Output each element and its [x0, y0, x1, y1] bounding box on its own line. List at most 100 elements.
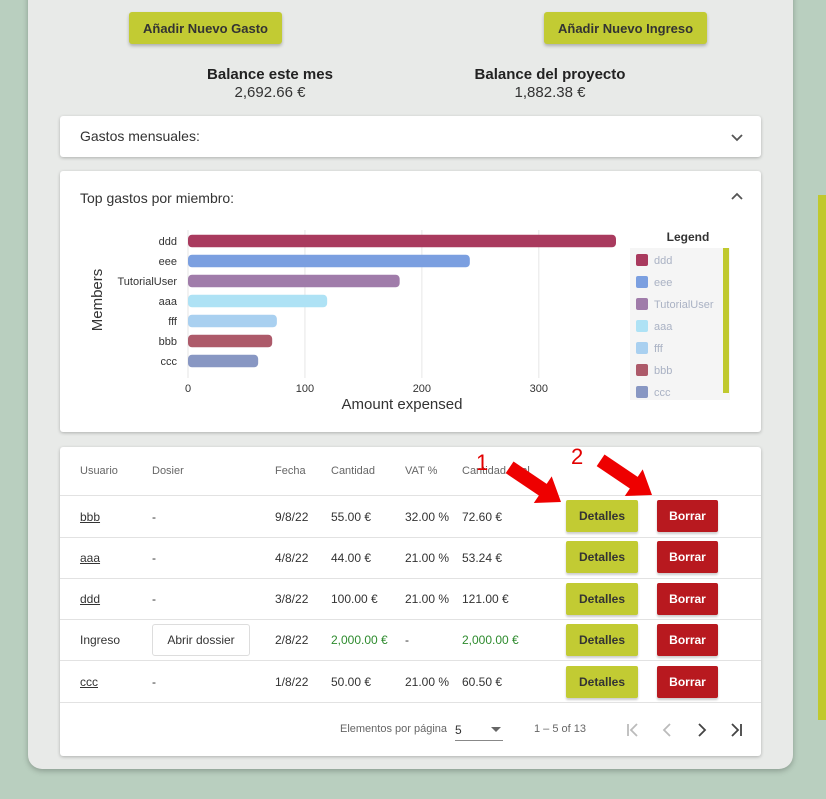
page-size-select[interactable]: 5 — [455, 720, 503, 741]
row-date: 4/8/22 — [275, 551, 309, 565]
legend-swatch — [636, 386, 648, 398]
legend-item[interactable]: ccc — [636, 386, 671, 400]
user-link[interactable]: bbb — [80, 510, 100, 524]
row-vat: 21.00 % — [405, 592, 450, 606]
category-label: ddd — [159, 236, 177, 248]
row-vat: - — [405, 633, 409, 647]
legend-swatch — [636, 298, 648, 310]
legend-title: Legend — [667, 230, 710, 244]
y-axis-label: Members — [89, 269, 106, 332]
previous-page-icon[interactable] — [657, 720, 677, 740]
header-cantidad: Cantidad — [331, 465, 376, 477]
row-dossier: - — [152, 510, 156, 524]
row-date: 2/8/22 — [275, 633, 309, 647]
legend-swatch — [636, 276, 648, 288]
legend-label: aaa — [654, 321, 673, 333]
row-divider — [60, 619, 761, 620]
row-amount: 50.00 € — [331, 675, 372, 689]
details-button[interactable]: Detalles — [566, 583, 638, 615]
annotation-number-1: 1 — [476, 450, 489, 475]
bar-bbb[interactable] — [188, 334, 273, 348]
last-page-icon[interactable] — [726, 720, 746, 740]
table-row-user[interactable]: ccc — [80, 675, 98, 689]
row-type: Ingreso — [80, 633, 121, 647]
row-divider — [60, 537, 761, 538]
details-button[interactable]: Detalles — [566, 541, 638, 573]
legend-swatch — [636, 320, 648, 332]
row-date: 9/8/22 — [275, 510, 309, 524]
row-vat: 21.00 % — [405, 551, 450, 565]
row-divider — [60, 578, 761, 579]
legend-swatch — [636, 342, 648, 354]
next-page-icon[interactable] — [692, 720, 712, 740]
row-vat: 32.00 % — [405, 510, 450, 524]
legend-item[interactable]: eee — [636, 276, 672, 290]
header-usuario: Usuario — [80, 465, 118, 477]
row-total: 72.60 € — [462, 510, 503, 524]
row-divider — [60, 702, 761, 703]
delete-button[interactable]: Borrar — [657, 624, 718, 656]
row-dossier: - — [152, 592, 156, 606]
delete-button[interactable]: Borrar — [657, 583, 718, 615]
row-amount: 2,000.00 € — [331, 633, 388, 647]
header-fecha: Fecha — [275, 465, 306, 477]
bar-aaa[interactable] — [188, 294, 328, 308]
row-date: 1/8/22 — [275, 675, 309, 689]
row-divider — [60, 495, 761, 496]
bar-ddd[interactable] — [188, 234, 616, 248]
legend-label: ccc — [654, 387, 671, 399]
page-range: 1 – 5 of 13 — [534, 723, 586, 735]
x-tick-label: 100 — [296, 383, 314, 395]
table-row-user[interactable]: aaa — [80, 551, 100, 565]
legend-item[interactable]: fff — [636, 342, 663, 356]
category-label: eee — [159, 256, 177, 268]
row-amount: 55.00 € — [331, 510, 372, 524]
page-size-label: Elementos por página — [340, 723, 448, 735]
category-label: TutorialUser — [118, 276, 178, 288]
user-link[interactable]: ccc — [80, 675, 98, 689]
row-total: 2,000.00 € — [462, 633, 519, 647]
category-label: fff — [168, 316, 178, 328]
row-total: 60.50 € — [462, 675, 503, 689]
delete-button[interactable]: Borrar — [657, 541, 718, 573]
bar-ccc[interactable] — [188, 354, 259, 368]
details-button[interactable]: Detalles — [566, 500, 638, 532]
x-tick-label: 200 — [413, 383, 431, 395]
row-date: 3/8/22 — [275, 592, 309, 606]
row-divider — [60, 660, 761, 661]
legend-item[interactable]: bbb — [636, 364, 672, 378]
first-page-icon[interactable] — [623, 720, 643, 740]
dropdown-arrow-icon — [491, 727, 501, 732]
header-dosier: Dosier — [152, 465, 184, 477]
bar-fff[interactable] — [188, 314, 277, 328]
legend-label: eee — [654, 277, 673, 289]
table-row-user[interactable]: ddd — [80, 592, 100, 606]
legend-swatch — [636, 254, 648, 266]
legend-item[interactable]: ddd — [636, 254, 672, 268]
user-link[interactable]: aaa — [80, 551, 100, 565]
user-link[interactable]: ddd — [80, 592, 100, 606]
bar-tutorialuser[interactable] — [188, 274, 400, 288]
details-button[interactable]: Detalles — [566, 624, 638, 656]
legend-item[interactable]: TutorialUser — [636, 298, 714, 312]
legend: ddd eee TutorialUser aaa fff bbb ccc — [630, 248, 730, 400]
legend-label: fff — [654, 343, 663, 355]
table-row-user[interactable]: bbb — [80, 510, 100, 524]
row-amount: 44.00 € — [331, 551, 372, 565]
row-dossier: - — [152, 551, 156, 565]
row-dossier: - — [152, 675, 156, 689]
row-vat: 21.00 % — [405, 675, 450, 689]
legend-swatch — [636, 364, 648, 376]
delete-button[interactable]: Borrar — [657, 500, 718, 532]
open-dossier-button[interactable]: Abrir dossier — [152, 624, 250, 656]
category-label: bbb — [159, 336, 177, 348]
row-total: 53.24 € — [462, 551, 503, 565]
details-button[interactable]: Detalles — [566, 666, 638, 698]
legend-scrollbar[interactable] — [723, 248, 729, 393]
category-label: aaa — [159, 296, 178, 308]
bar-eee[interactable] — [188, 254, 470, 268]
header-cantidad-total: Cantidad total — [462, 465, 530, 477]
legend-item[interactable]: aaa — [636, 320, 672, 334]
row-total: 121.00 € — [462, 592, 509, 606]
delete-button[interactable]: Borrar — [657, 666, 718, 698]
